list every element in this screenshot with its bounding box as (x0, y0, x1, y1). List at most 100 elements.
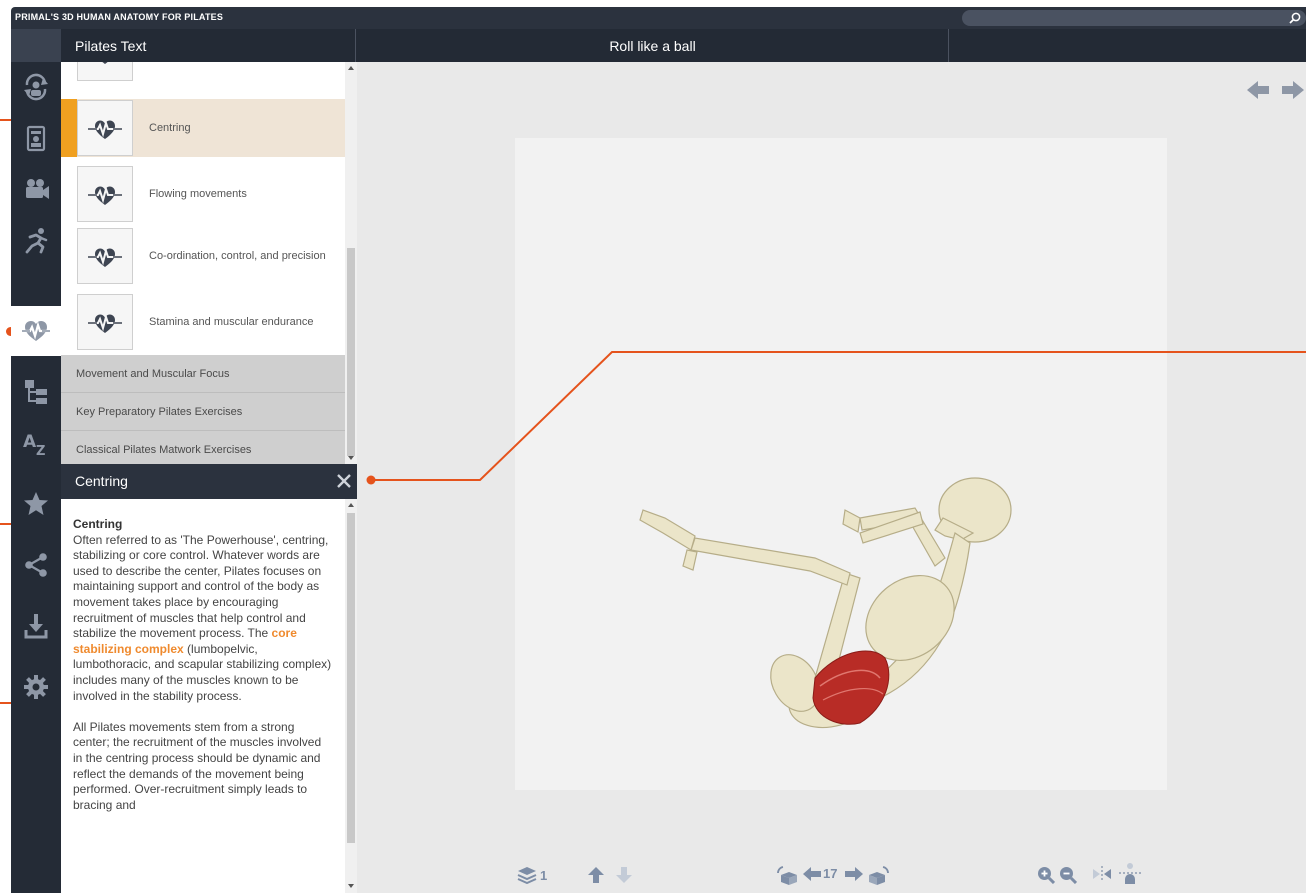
previous-frame-button[interactable] (803, 866, 821, 882)
heartbeat-icon (88, 313, 122, 333)
panel-title: Pilates Text (75, 38, 147, 54)
detail-scrollbar[interactable] (345, 499, 357, 893)
scroll-down-arrow[interactable] (348, 456, 354, 460)
arrow-down-icon (616, 867, 632, 883)
model-viewer: 1 17 (357, 62, 1306, 893)
zoom-out-button[interactable] (1059, 866, 1077, 884)
nav-skeleton-layers[interactable] (11, 113, 61, 163)
nav-rotate-view[interactable] (11, 62, 61, 112)
zoom-in-button[interactable] (1037, 866, 1055, 884)
nav-pilates-text[interactable] (11, 306, 61, 356)
skeleton-model-image[interactable] (515, 138, 1167, 790)
layer-up-button[interactable] (587, 866, 605, 884)
next-frame-button[interactable] (845, 866, 863, 882)
topic-item-coordination[interactable]: Co-ordination, control, and precision (61, 227, 345, 285)
rotate-left-button[interactable] (775, 866, 799, 886)
nav-exercises[interactable] (11, 215, 61, 265)
topic-item-flowing[interactable]: Flowing movements (61, 165, 345, 223)
section-plane-button[interactable] (1119, 862, 1141, 886)
section-matwork-exercises[interactable]: Classical Pilates Matwork Exercises (61, 431, 345, 464)
download-icon (24, 614, 48, 639)
detail-text: Centring Often referred to as 'The Power… (61, 499, 345, 893)
section-movement-focus[interactable]: Movement and Muscular Focus (61, 355, 345, 393)
heartbeat-icon (102, 62, 108, 64)
rotate-view-icon (24, 73, 48, 101)
svg-text:A: A (23, 432, 37, 452)
nav-favorites[interactable] (11, 479, 61, 529)
nav-share[interactable] (11, 540, 61, 590)
scroll-up-arrow[interactable] (348, 66, 354, 70)
view-title: Roll like a ball (609, 38, 696, 54)
search-icon[interactable] (1288, 11, 1302, 25)
star-icon (24, 492, 48, 515)
zoom-out-icon (1060, 867, 1077, 884)
arrow-right-icon (845, 867, 863, 881)
topic-thumbnail (77, 294, 133, 350)
search-input[interactable] (962, 10, 1306, 26)
skeleton-layers-icon (26, 125, 46, 152)
topic-label: Flowing movements (149, 187, 247, 200)
rotate-left-icon (777, 866, 797, 885)
header-corner (11, 29, 61, 62)
rotate-right-icon (869, 866, 889, 885)
viewer-toolbar: 1 17 (357, 862, 1306, 892)
app-window: PRIMAL'S 3D HUMAN ANATOMY FOR PILATES Pi… (11, 7, 1306, 893)
rotation-frame-number: 17 (823, 866, 838, 881)
share-icon (25, 553, 47, 577)
scrollbar-thumb[interactable] (347, 513, 355, 843)
a-to-z-icon: A Z (23, 432, 45, 458)
detail-header: Centring (61, 464, 357, 499)
topic-item-centring[interactable]: Centring (61, 99, 345, 157)
nav-settings[interactable] (11, 662, 61, 712)
icon-sidebar: A Z (11, 62, 61, 893)
model-viewport[interactable] (515, 138, 1167, 790)
topic-thumbnail (77, 62, 133, 81)
forward-arrow-icon[interactable] (1282, 81, 1304, 99)
panel-header: Pilates Text (61, 29, 356, 62)
topic-label: Centring (149, 121, 191, 134)
scrollbar-thumb[interactable] (347, 248, 355, 456)
section-label: Classical Pilates Matwork Exercises (76, 444, 252, 456)
layer-down-button[interactable] (615, 866, 633, 884)
topic-thumbnail (77, 166, 133, 222)
arrow-left-icon (803, 867, 821, 881)
detail-paragraph: Often referred to as 'The Powerhouse', c… (73, 532, 329, 641)
topic-thumbnail (77, 100, 133, 156)
rotate-right-button[interactable] (867, 866, 891, 886)
nav-video[interactable] (11, 164, 61, 214)
zoom-in-icon (1038, 867, 1055, 884)
mirror-button[interactable] (1092, 866, 1112, 882)
selection-accent (61, 99, 77, 157)
topic-item-partial[interactable] (61, 62, 345, 82)
layers-icon (517, 867, 537, 884)
svg-text:Z: Z (36, 444, 45, 458)
nav-hierarchy[interactable] (11, 367, 61, 417)
scroll-down-arrow[interactable] (348, 884, 354, 888)
topic-item-stamina[interactable]: Stamina and muscular endurance (61, 293, 345, 351)
heartbeat-icon (88, 247, 122, 267)
layers-control[interactable]: 1 (517, 866, 547, 884)
nav-index[interactable]: A Z (11, 418, 61, 468)
topic-thumbnail (77, 228, 133, 284)
heartbeat-icon (88, 185, 122, 205)
nav-download[interactable] (11, 601, 61, 651)
view-header: Roll like a ball (357, 29, 949, 62)
back-arrow-icon[interactable] (1247, 81, 1269, 99)
header-bar: Pilates Text Roll like a ball (11, 29, 1306, 62)
topic-label: Co-ordination, control, and precision (149, 249, 326, 262)
scroll-up-arrow[interactable] (348, 503, 354, 507)
heartbeat-icon (22, 321, 50, 341)
close-button[interactable] (333, 470, 355, 492)
section-label: Key Preparatory Pilates Exercises (76, 406, 243, 418)
video-camera-icon (26, 179, 49, 199)
detail-heading: Centring (73, 517, 123, 531)
topic-list-scrollbar[interactable] (345, 62, 357, 464)
history-nav (1247, 79, 1306, 106)
hierarchy-tree-icon (25, 380, 47, 404)
section-preparatory-exercises[interactable]: Key Preparatory Pilates Exercises (61, 393, 345, 431)
detail-title: Centring (75, 473, 128, 489)
heartbeat-icon (88, 119, 122, 139)
rotation-frame: 17 (823, 866, 837, 881)
layer-count: 1 (540, 867, 548, 883)
section-label: Movement and Muscular Focus (76, 368, 230, 380)
